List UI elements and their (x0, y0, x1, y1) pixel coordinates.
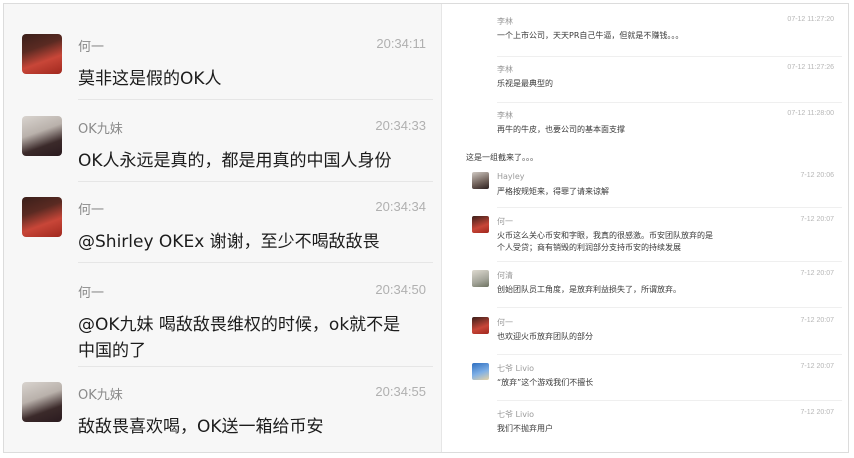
sender-name: 何一 (78, 286, 105, 301)
screenshot-frame: 何一 20:34:11 莫非这是假的OK人 OK九妹 20:34:33 OK人永… (3, 3, 849, 453)
message-text: 我们不抛弃用户 (497, 424, 553, 433)
message-text: 创始团队员工角度，是放弃利益损失了，所谓放弃。 (497, 285, 681, 294)
message-text-line: 个人受贷；商有销毁的利润部分支持币安的持续发展 (497, 243, 681, 252)
message-divider (78, 181, 433, 182)
sender-name: OK九妹 (78, 388, 123, 403)
sender-name: 李林 (497, 17, 513, 26)
message-time: 7-12 20:07 (800, 409, 834, 416)
message-time: 07-12 11:27:20 (787, 16, 834, 23)
chat-message: 何一 20:34:11 莫非这是假的OK人 (22, 34, 432, 92)
sender-name: 七爷 Livio (497, 364, 535, 373)
message-divider (78, 262, 433, 263)
avatar[interactable] (22, 116, 62, 156)
sender-name: 李林 (497, 111, 513, 120)
left-chat-pane: 何一 20:34:11 莫非这是假的OK人 OK九妹 20:34:33 OK人永… (4, 4, 441, 452)
message-divider (497, 400, 842, 401)
avatar[interactable] (472, 317, 489, 334)
annotation-text: 这是一组截来了。。。 (466, 153, 538, 162)
message-time: 20:34:33 (375, 118, 426, 133)
avatar[interactable] (472, 172, 489, 189)
sender-name: 李林 (497, 65, 513, 74)
message-text-line: 火币这么关心币安和字眼，我真的很感激。币安团队放弃的是 (497, 231, 713, 240)
chat-message: OK九妹 20:34:55 敌敌畏喜欢喝，OK送一箱给币安 (22, 382, 432, 440)
message-time: 20:34:34 (375, 199, 426, 214)
message-time: 7-12 20:07 (800, 216, 834, 223)
message-text: 乐视是最典型的 (497, 79, 553, 88)
sender-name: 何一 (78, 203, 105, 218)
message-text: 一个上市公司，天天PR自己牛逼，但就是不赚钱。。。 (497, 31, 684, 40)
message-time: 20:34:55 (375, 384, 426, 399)
message-text-line: 中国的了 (78, 341, 146, 361)
message-divider (497, 207, 842, 208)
message-text: “放弃”这个游戏我们不擅长 (497, 378, 594, 387)
avatar[interactable] (22, 197, 62, 237)
chat-message: 何一 20:34:34 @Shirley OKEx 谢谢，至少不喝敌敌畏 (22, 197, 432, 255)
sender-name: OK九妹 (78, 122, 123, 137)
message-divider (497, 261, 842, 262)
sender-name: 七爷 Livio (497, 410, 535, 419)
message-time: 7-12 20:07 (800, 270, 834, 277)
message-time: 7-12 20:06 (800, 172, 834, 179)
message-text: 再牛的牛皮，也要公司的基本面支撑 (497, 125, 625, 134)
message-divider (78, 366, 433, 367)
message-divider (497, 354, 842, 355)
avatar[interactable] (472, 270, 489, 287)
message-time: 07-12 11:28:00 (787, 110, 834, 117)
message-time: 07-12 11:27:26 (787, 64, 834, 71)
message-time: 20:34:50 (375, 282, 426, 297)
message-time: 7-12 20:07 (800, 317, 834, 324)
message-divider (78, 99, 433, 100)
avatar[interactable] (472, 216, 489, 233)
right-chat-pane: 李林 07-12 11:27:20 一个上市公司，天天PR自己牛逼，但就是不赚钱… (442, 4, 848, 452)
message-divider (497, 102, 842, 103)
avatar[interactable] (472, 363, 489, 380)
avatar[interactable] (22, 382, 62, 422)
message-text: 严格按规矩来，得罪了请来谅解 (497, 187, 609, 196)
sender-name: 何一 (497, 217, 513, 226)
sender-name: 何一 (78, 40, 105, 55)
message-divider (497, 56, 842, 57)
message-time: 20:34:11 (376, 36, 426, 51)
sender-name: 何清 (497, 271, 513, 280)
sender-name: 何一 (497, 318, 513, 327)
message-text: 火币这么关心币安和字眼，我真的很感激。币安团队放弃的是 个人受贷；商有销毁的利润… (497, 230, 722, 254)
avatar[interactable] (22, 34, 62, 74)
message-time: 7-12 20:07 (800, 363, 834, 370)
sender-name: Hayley (497, 172, 525, 181)
chat-message: OK九妹 20:34:33 OK人永远是真的，都是用真的中国人身份 (22, 116, 432, 174)
message-text: 也欢迎火币放弃团队的部分 (497, 332, 593, 341)
chat-message: 何一 20:34:50 @OK九妹 喝敌敌畏维权的时候，ok就不是 中国的了 (22, 280, 432, 364)
message-divider (497, 307, 842, 308)
